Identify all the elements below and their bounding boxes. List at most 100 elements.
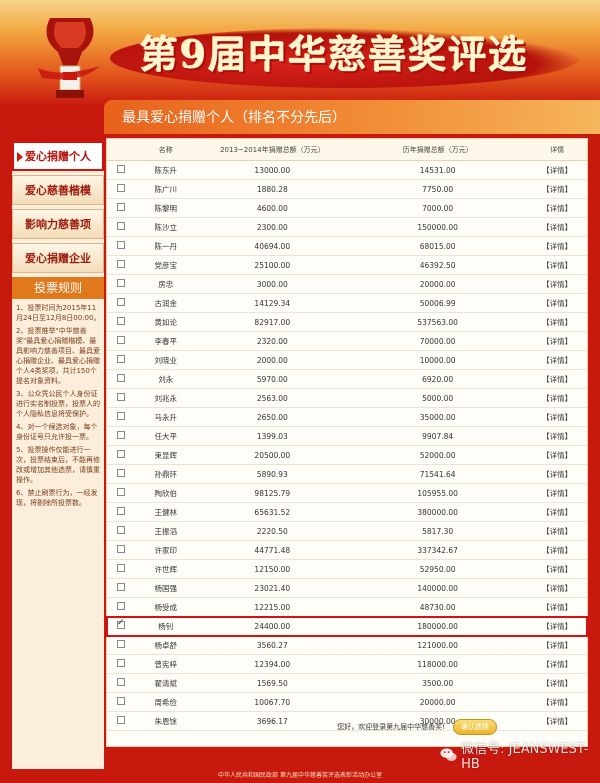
confirm-selection-button[interactable]: 确认选择 bbox=[453, 719, 497, 735]
watermark: 微信号: JEANSWEST-HB bbox=[440, 738, 600, 772]
table-row: 古润金 14129.34 50006.99 【详情】 bbox=[107, 294, 587, 313]
nominee-name: 陈黎明 bbox=[154, 203, 178, 213]
detail-link[interactable]: 【详情】 bbox=[527, 165, 587, 176]
vote-checkbox[interactable] bbox=[117, 507, 125, 515]
detail-link[interactable]: 【详情】 bbox=[527, 564, 587, 575]
sidebar-item-influential-project[interactable]: 影响力慈善项 bbox=[12, 209, 104, 239]
nominee-name: 周希俭 bbox=[154, 697, 178, 707]
detail-link[interactable]: 【详情】 bbox=[527, 203, 587, 214]
donation-total: 118000.00 bbox=[417, 659, 458, 669]
vote-checkbox[interactable] bbox=[117, 279, 125, 287]
vote-checkbox[interactable] bbox=[117, 336, 125, 344]
vote-checkbox[interactable] bbox=[117, 583, 125, 591]
donation-2013-2014: 5890.93 bbox=[256, 469, 288, 479]
donation-2013-2014: 44771.48 bbox=[254, 545, 291, 555]
detail-link[interactable]: 【详情】 bbox=[527, 602, 587, 613]
donation-total: 48730.00 bbox=[419, 602, 456, 612]
vote-checkbox[interactable] bbox=[117, 317, 125, 325]
donation-2013-2014: 4600.00 bbox=[256, 203, 288, 213]
donation-total: 14531.00 bbox=[419, 165, 456, 175]
table-row: 陈一丹 40694.00 68015.00 【详情】 bbox=[107, 237, 587, 256]
vote-checkbox[interactable] bbox=[117, 488, 125, 496]
table-row: 杨受成 12215.00 48730.00 【详情】 bbox=[107, 598, 587, 617]
nominee-name: 孙鼎环 bbox=[154, 469, 178, 479]
vote-checkbox[interactable] bbox=[117, 412, 125, 420]
vote-checkbox[interactable] bbox=[117, 184, 125, 192]
vote-checkbox[interactable] bbox=[117, 545, 125, 553]
vote-checkbox[interactable] bbox=[117, 618, 125, 629]
nominee-name: 陈一丹 bbox=[154, 241, 178, 251]
nominee-name: 古润金 bbox=[154, 298, 178, 308]
detail-link[interactable]: 【详情】 bbox=[527, 640, 587, 651]
vote-checkbox[interactable] bbox=[117, 450, 125, 458]
detail-link[interactable]: 【详情】 bbox=[527, 621, 587, 632]
sidebar-item-charity-model[interactable]: 爱心慈善楷模 bbox=[12, 175, 104, 205]
detail-link[interactable]: 【详情】 bbox=[527, 526, 587, 537]
detail-link[interactable]: 【详情】 bbox=[527, 317, 587, 328]
vote-checkbox[interactable] bbox=[117, 526, 125, 534]
detail-link[interactable]: 【详情】 bbox=[527, 222, 587, 233]
donation-2013-2014: 2220.50 bbox=[256, 526, 288, 536]
detail-link[interactable]: 【详情】 bbox=[527, 241, 587, 252]
vote-checkbox[interactable] bbox=[117, 469, 125, 477]
vote-checkbox[interactable] bbox=[117, 431, 125, 439]
sidebar-item-donor-enterprise[interactable]: 爱心捐赠企业 bbox=[12, 243, 104, 273]
donation-total: 337342.67 bbox=[417, 545, 458, 555]
detail-link[interactable]: 【详情】 bbox=[527, 659, 587, 670]
detail-link[interactable]: 【详情】 bbox=[527, 431, 587, 442]
vote-checkbox[interactable] bbox=[117, 640, 125, 648]
detail-link[interactable]: 【详情】 bbox=[527, 507, 587, 518]
detail-link[interactable]: 【详情】 bbox=[527, 260, 587, 271]
vote-checkbox[interactable] bbox=[117, 355, 125, 363]
detail-link[interactable]: 【详情】 bbox=[527, 393, 587, 404]
nominee-name: 黄如论 bbox=[154, 317, 178, 327]
donation-total: 68015.00 bbox=[419, 241, 456, 251]
donation-2013-2014: 1880.28 bbox=[256, 184, 288, 194]
vote-checkbox[interactable] bbox=[117, 298, 125, 306]
donation-total: 121000.00 bbox=[417, 640, 458, 650]
nominee-name: 陈沙立 bbox=[154, 222, 178, 232]
donation-total: 7000.00 bbox=[422, 203, 454, 213]
detail-link[interactable]: 【详情】 bbox=[527, 298, 587, 309]
detail-link[interactable]: 【详情】 bbox=[527, 697, 587, 708]
rule-text: 1、投票时间为2015年11月24日至12月8日00:00。 bbox=[16, 304, 101, 322]
detail-link[interactable]: 【详情】 bbox=[527, 469, 587, 480]
detail-link[interactable]: 【详情】 bbox=[527, 412, 587, 423]
detail-link[interactable]: 【详情】 bbox=[527, 336, 587, 347]
vote-checkbox[interactable] bbox=[117, 602, 125, 610]
vote-checkbox[interactable] bbox=[117, 697, 125, 705]
nominee-name: 杨受成 bbox=[154, 602, 178, 612]
vote-checkbox[interactable] bbox=[117, 393, 125, 401]
donation-total: 20000.00 bbox=[419, 697, 456, 707]
detail-link[interactable]: 【详情】 bbox=[527, 488, 587, 499]
table-row: 陈黎明 4600.00 7000.00 【详情】 bbox=[107, 199, 587, 218]
nominee-name: 刘晓业 bbox=[154, 355, 178, 365]
vote-checkbox[interactable] bbox=[117, 222, 125, 230]
table-row: 陶欣伯 98125.79 105955.00 【详情】 bbox=[107, 484, 587, 503]
detail-link[interactable]: 【详情】 bbox=[527, 279, 587, 290]
vote-checkbox[interactable] bbox=[117, 374, 125, 382]
detail-link[interactable]: 【详情】 bbox=[527, 374, 587, 385]
nominee-name: 李春平 bbox=[154, 336, 178, 346]
sidebar-item-donor-individual[interactable]: 爱心捐赠个人 bbox=[12, 141, 104, 171]
vote-checkbox[interactable] bbox=[117, 165, 125, 173]
panel-footer: 您好，欢迎登录第九届中华慈善奖! 确认选择 bbox=[107, 716, 587, 738]
detail-link[interactable]: 【详情】 bbox=[527, 184, 587, 195]
vote-checkbox[interactable] bbox=[117, 659, 125, 667]
header-donation-2013-2014: 2013~2014年捐赠总额（万元） bbox=[220, 145, 325, 154]
detail-link[interactable]: 【详情】 bbox=[527, 450, 587, 461]
vote-checkbox[interactable] bbox=[117, 241, 125, 249]
vote-checkbox[interactable] bbox=[117, 260, 125, 268]
detail-link[interactable]: 【详情】 bbox=[527, 583, 587, 594]
donation-2013-2014: 65631.52 bbox=[254, 507, 291, 517]
vote-checkbox[interactable] bbox=[117, 678, 125, 686]
donation-2013-2014: 3560.27 bbox=[256, 640, 288, 650]
detail-link[interactable]: 【详情】 bbox=[527, 545, 587, 556]
table-row: 孙鼎环 5890.93 71541.64 【详情】 bbox=[107, 465, 587, 484]
donation-total: 70000.00 bbox=[419, 336, 456, 346]
detail-link[interactable]: 【详情】 bbox=[527, 355, 587, 366]
vote-checkbox[interactable] bbox=[117, 564, 125, 572]
vote-checkbox[interactable] bbox=[117, 203, 125, 211]
detail-link[interactable]: 【详情】 bbox=[527, 678, 587, 689]
donation-2013-2014: 2320.00 bbox=[256, 336, 288, 346]
